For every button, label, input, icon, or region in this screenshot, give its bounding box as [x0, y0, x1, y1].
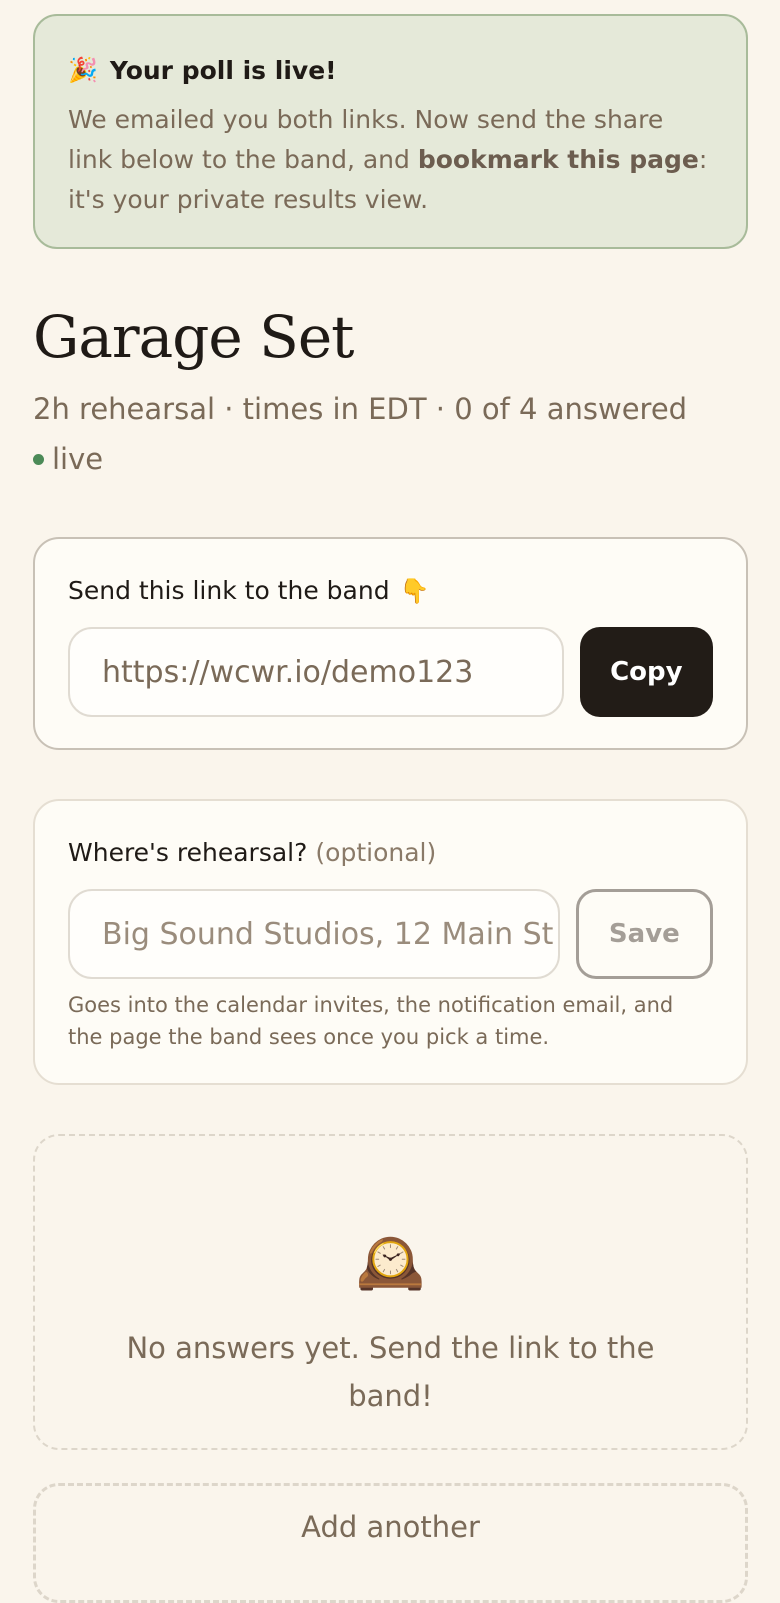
party-popper-icon: 🎉	[68, 56, 98, 84]
share-link-row: https://wcwr.io/demo123 Copy	[68, 627, 713, 717]
empty-state: 🕰️ No answers yet. Send the link to the …	[33, 1134, 748, 1450]
location-label: Where's rehearsal? (optional)	[68, 835, 713, 871]
mantelpiece-clock-icon: 🕰️	[355, 1230, 426, 1295]
poll-subtitle: 2h rehearsal · times in EDT · 0 of 4 ans…	[33, 392, 688, 426]
location-helper-text: Goes into the calendar invites, the noti…	[68, 993, 674, 1049]
copy-button[interactable]: Copy	[579, 627, 713, 717]
banner-title: 🎉 Your poll is live!	[68, 52, 712, 88]
share-link-label-text: Send this link to the band	[68, 576, 390, 605]
page-title: Garage Set	[33, 303, 354, 371]
location-row: Big Sound Studios, 12 Main St Save	[68, 889, 713, 979]
location-label-text: Where's rehearsal?	[68, 838, 308, 867]
status-dot-icon	[33, 453, 44, 465]
success-banner: 🎉 Your poll is live! We emailed you both…	[33, 14, 748, 249]
status-text: live	[52, 442, 104, 476]
page: 🎉 Your poll is live! We emailed you both…	[33, 14, 748, 1603]
share-link-label: Send this link to the band 👇	[68, 573, 713, 609]
pointing-down-icon: 👇	[399, 577, 430, 605]
add-another-button[interactable]: Add another	[33, 1483, 748, 1603]
share-link-input[interactable]: https://wcwr.io/demo123	[68, 627, 564, 717]
banner-title-text: Your poll is live!	[109, 55, 337, 85]
location-input[interactable]: Big Sound Studios, 12 Main St	[68, 889, 560, 979]
banner-body-bold: bookmark this page	[417, 145, 699, 174]
empty-state-text: No answers yet. Send the link to the ban…	[126, 1331, 655, 1413]
location-card: Where's rehearsal? (optional) Big Sound …	[33, 799, 748, 1085]
status-badge: live	[33, 437, 748, 481]
optional-label: (optional)	[315, 838, 437, 867]
save-button[interactable]: Save	[575, 889, 713, 979]
banner-body: We emailed you both links. Now send the …	[68, 100, 712, 220]
share-link-card: Send this link to the band 👇 https://wcw…	[33, 537, 748, 750]
